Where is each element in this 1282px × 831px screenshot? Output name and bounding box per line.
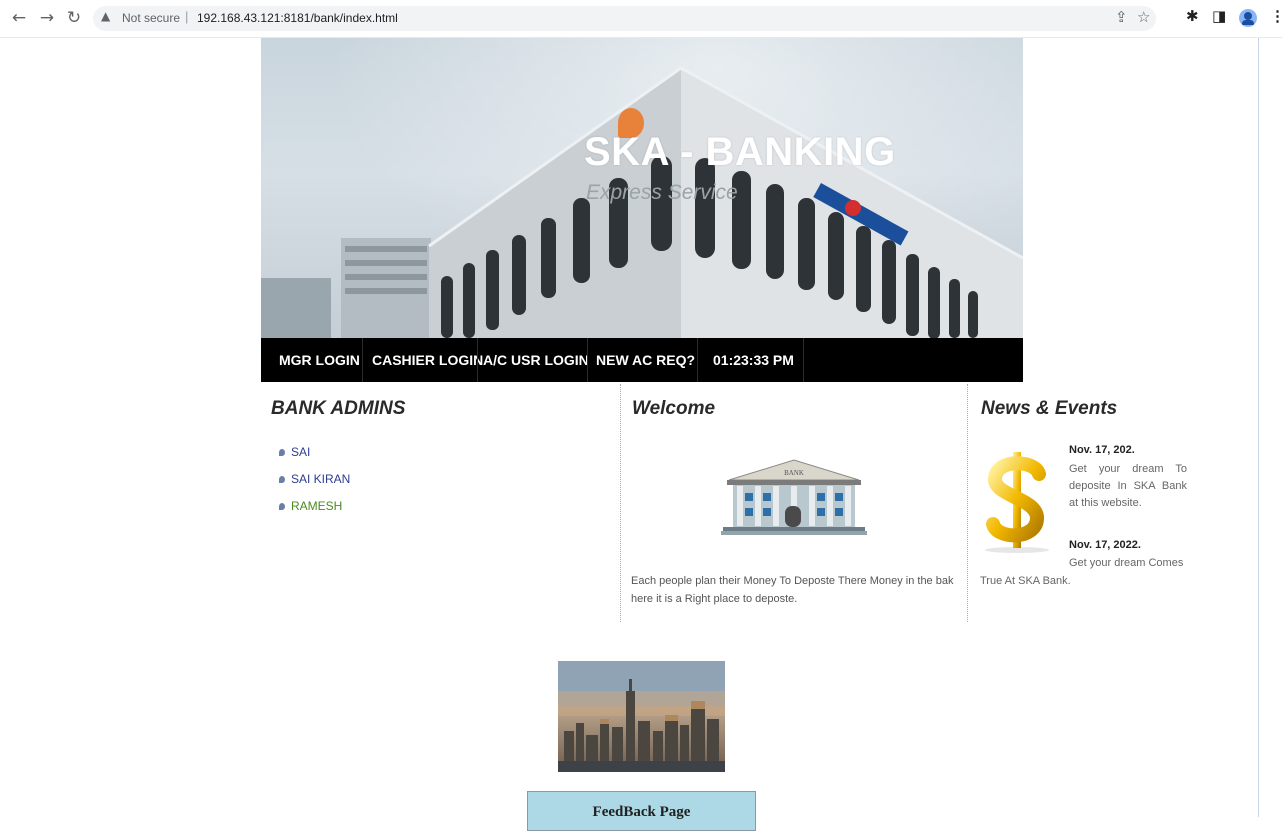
profile-avatar-icon[interactable] — [1239, 9, 1257, 27]
page-scroll-edge — [1258, 38, 1259, 817]
news-panel: News & Events Nov. 17, 202. Get your dre… — [968, 382, 1208, 622]
welcome-panel: Welcome BANK Each people plan their Mone… — [621, 382, 967, 622]
feedback-label: FeedBack Page — [592, 804, 691, 820]
browser-toolbar: ← → ↻ ▲ Not secure | 192.168.43.121:8181… — [0, 0, 1282, 38]
city-skyline-image — [558, 661, 725, 772]
news-tail-text: True At SKA Bank. — [980, 575, 1071, 587]
bank-admins-panel: BANK ADMINS SAI SAI KIRAN RAMESH — [261, 382, 616, 622]
nav-mgr-login[interactable]: MGR LOGIN — [279, 338, 360, 382]
site-container: SKA - BANKING Express Service MGR LOGIN … — [261, 38, 1023, 382]
bullet-icon — [279, 449, 285, 456]
reload-icon[interactable]: ↻ — [63, 7, 85, 29]
header-banner: SKA - BANKING Express Service — [261, 38, 1023, 338]
menu-kebab-icon[interactable]: ⋮ — [1270, 7, 1282, 25]
bookmark-star-icon[interactable]: ☆ — [1137, 8, 1150, 26]
nav-ac-user-login[interactable]: A/C USR LOGIN — [483, 338, 589, 382]
nav-new-ac-request[interactable]: NEW AC REQ? — [596, 338, 695, 382]
news-title: News & Events — [981, 398, 1118, 419]
side-panel-icon[interactable]: ◨ — [1212, 7, 1226, 25]
site-title: SKA - BANKING — [584, 130, 896, 174]
forward-icon[interactable]: → — [36, 7, 58, 29]
welcome-title: Welcome — [632, 398, 716, 419]
welcome-text: Each people plan their Money To Deposte … — [631, 575, 954, 605]
bank-admins-title: BANK ADMINS — [271, 398, 406, 419]
main-nav: MGR LOGIN CASHIER LOGIN A/C USR LOGIN NE… — [261, 338, 1023, 382]
admin-link-sai[interactable]: SAI — [279, 445, 310, 459]
news-text: Get your dream To deposite In SKA Bank a… — [1069, 463, 1187, 509]
extensions-icon[interactable]: ✱ — [1186, 7, 1199, 25]
back-icon[interactable]: ← — [8, 7, 30, 29]
bullet-icon — [279, 476, 285, 483]
admin-link-sai-kiran[interactable]: SAI KIRAN — [279, 472, 350, 486]
admin-link-ramesh[interactable]: RAMESH — [279, 499, 342, 513]
nav-clock: 01:23:33 PM — [713, 352, 794, 368]
feedback-page-button[interactable]: FeedBack Page — [527, 791, 756, 831]
news-text: Get your dream Comes — [1069, 557, 1184, 569]
news-date: Nov. 17, 2022. — [1069, 539, 1141, 551]
bullet-icon — [279, 503, 285, 510]
security-label[interactable]: Not secure — [122, 11, 180, 25]
bank-building-icon: BANK — [721, 459, 867, 535]
warning-icon[interactable]: ▲ — [101, 9, 110, 23]
news-date: Nov. 17, 202. — [1069, 444, 1135, 456]
address-bar[interactable]: ▲ Not secure | 192.168.43.121:8181/bank/… — [93, 6, 1156, 31]
svg-text:BANK: BANK — [784, 469, 804, 477]
dollar-sign-icon — [985, 452, 1049, 553]
share-icon[interactable]: ⇪ — [1115, 8, 1128, 26]
url-text[interactable]: 192.168.43.121:8181/bank/index.html — [197, 11, 398, 25]
nav-cashier-login[interactable]: CASHIER LOGIN — [372, 338, 483, 382]
url-separator: | — [185, 9, 189, 24]
site-subtitle: Express Service — [586, 181, 738, 204]
